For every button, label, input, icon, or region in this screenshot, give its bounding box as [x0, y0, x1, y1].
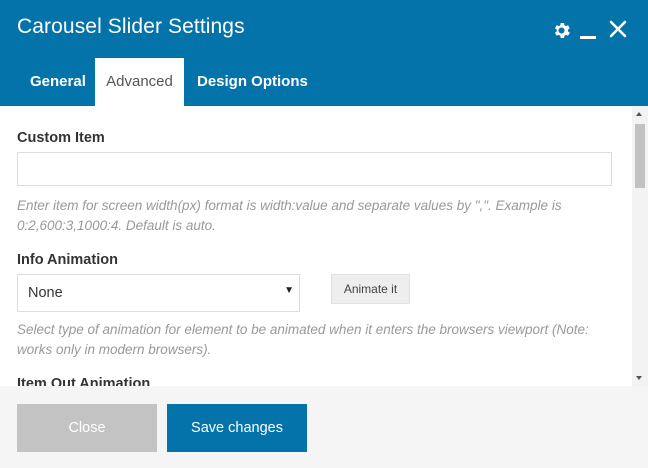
info-animation-selected: None — [28, 285, 63, 301]
item-out-animation-label: Item Out Animation — [17, 376, 151, 386]
scroll-down-arrow-icon[interactable] — [636, 376, 642, 380]
dialog-footer: Close Save changes — [0, 386, 648, 468]
dialog-title: Carousel Slider Settings — [17, 15, 245, 38]
animate-it-button[interactable]: Animate it — [331, 274, 410, 304]
dialog-header: Carousel Slider Settings General Advance… — [0, 0, 648, 106]
scroll-up-arrow-icon[interactable] — [636, 112, 642, 116]
scrollbar-thumb[interactable] — [635, 124, 645, 188]
tab-advanced[interactable]: Advanced — [95, 58, 184, 106]
content-scrollbar[interactable] — [632, 106, 648, 386]
gear-icon[interactable] — [551, 20, 572, 41]
chevron-down-icon: ▼ — [284, 285, 294, 296]
custom-item-label: Custom Item — [17, 130, 105, 146]
close-button[interactable]: Close — [17, 404, 157, 452]
info-animation-label: Info Animation — [17, 252, 118, 268]
settings-panel: Custom Item Enter item for screen width(… — [0, 106, 632, 386]
tab-design-options[interactable]: Design Options — [197, 58, 308, 106]
info-animation-help: Select type of animation for element to … — [17, 322, 589, 357]
close-icon[interactable] — [609, 20, 627, 38]
save-changes-button[interactable]: Save changes — [167, 404, 307, 452]
custom-item-help: Enter item for screen width(px) format i… — [17, 198, 562, 233]
info-animation-select[interactable]: None ▼ — [17, 274, 300, 312]
minimize-icon[interactable] — [580, 36, 596, 39]
custom-item-input[interactable] — [17, 152, 612, 186]
tab-general[interactable]: General — [30, 58, 86, 106]
